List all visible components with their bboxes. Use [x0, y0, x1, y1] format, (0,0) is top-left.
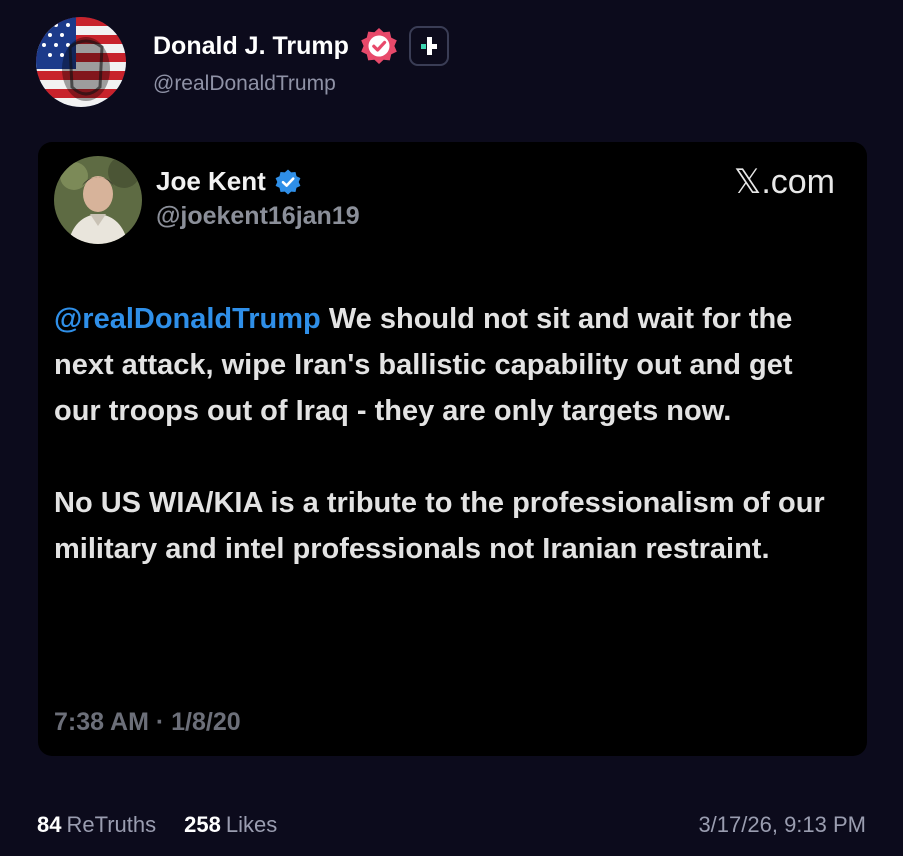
post-stats: 84 ReTruths 258 Likes 3/17/26, 9:13 PM: [37, 812, 866, 838]
likes-label: Likes: [225, 812, 278, 837]
author-avatar[interactable]: [36, 17, 126, 107]
author-name[interactable]: Donald J. Trump: [153, 32, 349, 61]
retruths-stat[interactable]: 84 ReTruths: [37, 812, 156, 838]
embed-author-avatar: [54, 156, 142, 244]
x-logo-source: 𝕏.com: [733, 163, 835, 201]
author-handle[interactable]: @realDonaldTrump: [153, 72, 449, 96]
verified-badge-icon: [361, 28, 397, 64]
embedded-post-card[interactable]: Joe Kent @joekent16jan19 𝕏.com @realDona…: [38, 142, 867, 756]
plus-icon[interactable]: [408, 26, 449, 66]
likes-stat[interactable]: 258 Likes: [184, 812, 277, 838]
likes-count: 258: [184, 812, 221, 837]
embed-timestamp: 7:38 AM · 1/8/20: [54, 708, 241, 736]
verified-check-icon: [275, 169, 301, 194]
embed-paragraph-2: No US WIA/KIA is a tribute to the profes…: [54, 487, 825, 565]
embed-paragraph-1: @realDonaldTrump We should not sit and w…: [54, 296, 844, 434]
post-header: Donald J. Trump @realDonaldTrump: [36, 16, 449, 108]
retruths-label: ReTruths: [66, 812, 157, 837]
mention-link: @realDonaldTrump: [54, 303, 321, 335]
embed-post-text: @realDonaldTrump We should not sit and w…: [54, 296, 844, 572]
post-timestamp[interactable]: 3/17/26, 9:13 PM: [698, 812, 866, 838]
embed-author-handle: @joekent16jan19: [156, 202, 360, 230]
embed-author-name: Joe Kent: [156, 166, 266, 196]
retruths-count: 84: [37, 812, 62, 837]
